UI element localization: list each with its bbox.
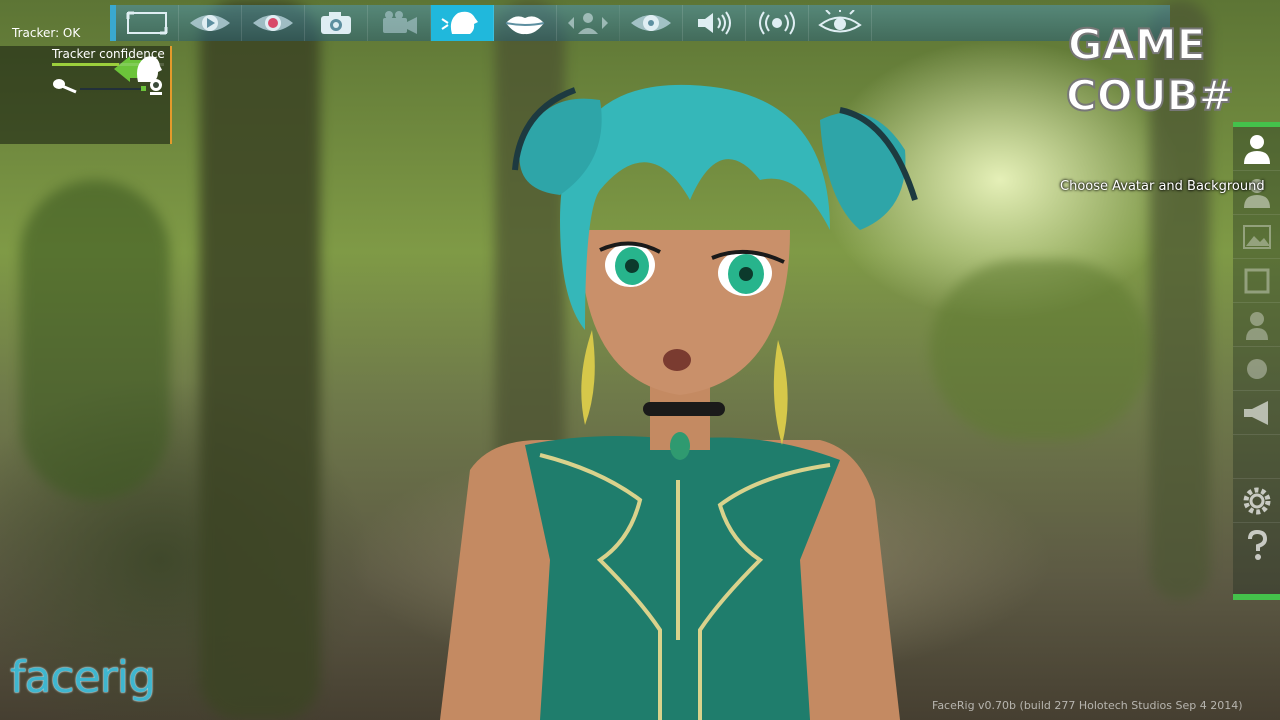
avatar-switch-button[interactable] — [557, 5, 620, 41]
record-button[interactable] — [242, 5, 305, 41]
lip-sync-button[interactable] — [494, 5, 557, 41]
sidebar-tooltip: Choose Avatar and Background — [1060, 179, 1265, 194]
choose-avatar-button[interactable] — [1233, 127, 1280, 171]
tracker-confidence-fill — [52, 63, 120, 66]
broadcast-icon — [759, 11, 795, 35]
lips-icon — [505, 16, 545, 35]
eye-view-icon — [818, 10, 862, 33]
tracker-confidence-bar — [52, 63, 164, 66]
view-button[interactable] — [809, 5, 872, 41]
announce-button[interactable] — [1233, 391, 1280, 435]
webcam-icon — [150, 79, 162, 95]
video-record-button[interactable] — [368, 5, 431, 41]
fullscreen-icon — [126, 11, 168, 35]
play-icon — [190, 15, 230, 31]
settings-gear-icon — [1243, 487, 1270, 514]
megaphone-icon — [1243, 400, 1268, 425]
fullscreen-button[interactable] — [116, 5, 179, 41]
frame-icon — [1244, 268, 1269, 293]
mic-level-slider[interactable] — [52, 78, 166, 98]
frame-button[interactable] — [1233, 259, 1280, 303]
props-icon — [1246, 358, 1267, 379]
person-icon — [1245, 311, 1268, 340]
person-button[interactable] — [1233, 303, 1280, 347]
avatar-icon — [1243, 134, 1270, 164]
tracker-status-label: Tracker: OK — [12, 26, 81, 40]
mic-level-marker — [141, 86, 146, 91]
screenshot-button[interactable] — [305, 5, 368, 41]
watermark-line2: COUB# — [1066, 71, 1234, 120]
choose-background-button[interactable] — [1233, 215, 1280, 259]
eye-track-icon — [631, 15, 671, 31]
video-camera-icon — [383, 11, 417, 34]
version-label: FaceRig v0.70b (build 277 Holotech Studi… — [932, 699, 1243, 712]
record-icon — [253, 15, 293, 31]
avatar-switch-icon — [568, 13, 608, 34]
eye-tracking-button[interactable] — [620, 5, 683, 41]
watermark-line1: GAME — [1068, 20, 1205, 69]
top-toolbar — [110, 5, 1170, 41]
audio-button[interactable] — [683, 5, 746, 41]
gamecoub-watermark: GAME COUB# — [1065, 19, 1235, 121]
empty-slot-button[interactable] — [1233, 435, 1280, 479]
head-tracking-button[interactable] — [431, 5, 494, 41]
head-icon — [441, 11, 478, 35]
speaker-icon — [698, 11, 731, 35]
play-button[interactable] — [179, 5, 242, 41]
background-icon — [1242, 224, 1271, 249]
broadcast-button[interactable] — [746, 5, 809, 41]
microphone-icon — [53, 79, 77, 94]
help-icon — [1247, 529, 1267, 560]
facerig-logo: facerig — [10, 652, 156, 703]
mic-level-track — [80, 88, 142, 90]
help-button[interactable] — [1233, 523, 1280, 566]
tracker-confidence-label: Tracker confidence — [52, 47, 165, 61]
camera-icon — [321, 12, 351, 34]
props-button[interactable] — [1233, 347, 1280, 391]
settings-button[interactable] — [1233, 479, 1280, 523]
